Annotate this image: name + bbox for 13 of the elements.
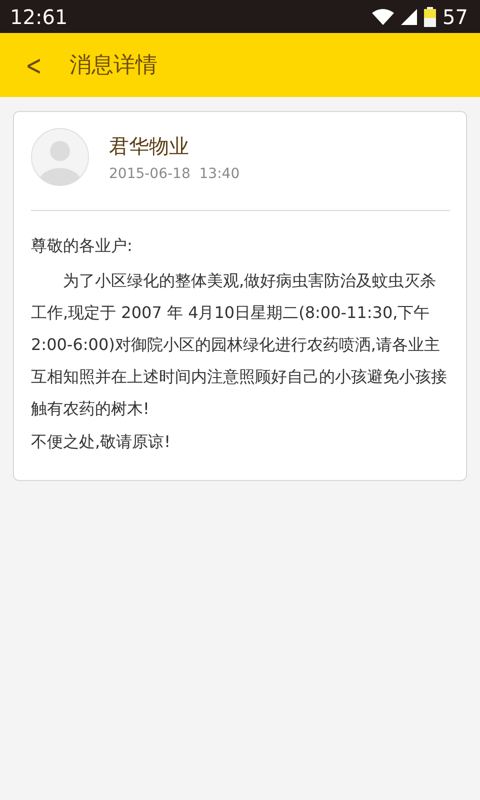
- wifi-icon: [372, 8, 394, 24]
- avatar-icon: [31, 128, 89, 186]
- page-title: 消息详情: [69, 52, 158, 80]
- clock: 12:61: [10, 4, 68, 28]
- greeting-text: 尊敬的各业户:: [31, 235, 134, 257]
- battery-percent: 57: [442, 4, 468, 28]
- back-button[interactable]: <: [21, 48, 46, 82]
- sender-name: 君华物业: [109, 132, 190, 160]
- signal-icon: [400, 8, 417, 24]
- closing-text: 不便之处,敬请原谅!: [31, 431, 172, 453]
- message-time: 2015-06-18 13:40: [109, 166, 240, 182]
- battery-icon: [424, 6, 436, 26]
- message-body: 为了小区绿化的整体美观,做好病虫害防治及蚊虫灭杀工作,现定于 2007 年 4月10日星期二(8:00-11:30,下午2:00-6:00)对御院小区的园林绿化进行农药喷洒,请各业主互相知照并在上述时间内注意照顾好自己的小孩避免小孩接触有农药的树木!: [31, 270, 448, 420]
